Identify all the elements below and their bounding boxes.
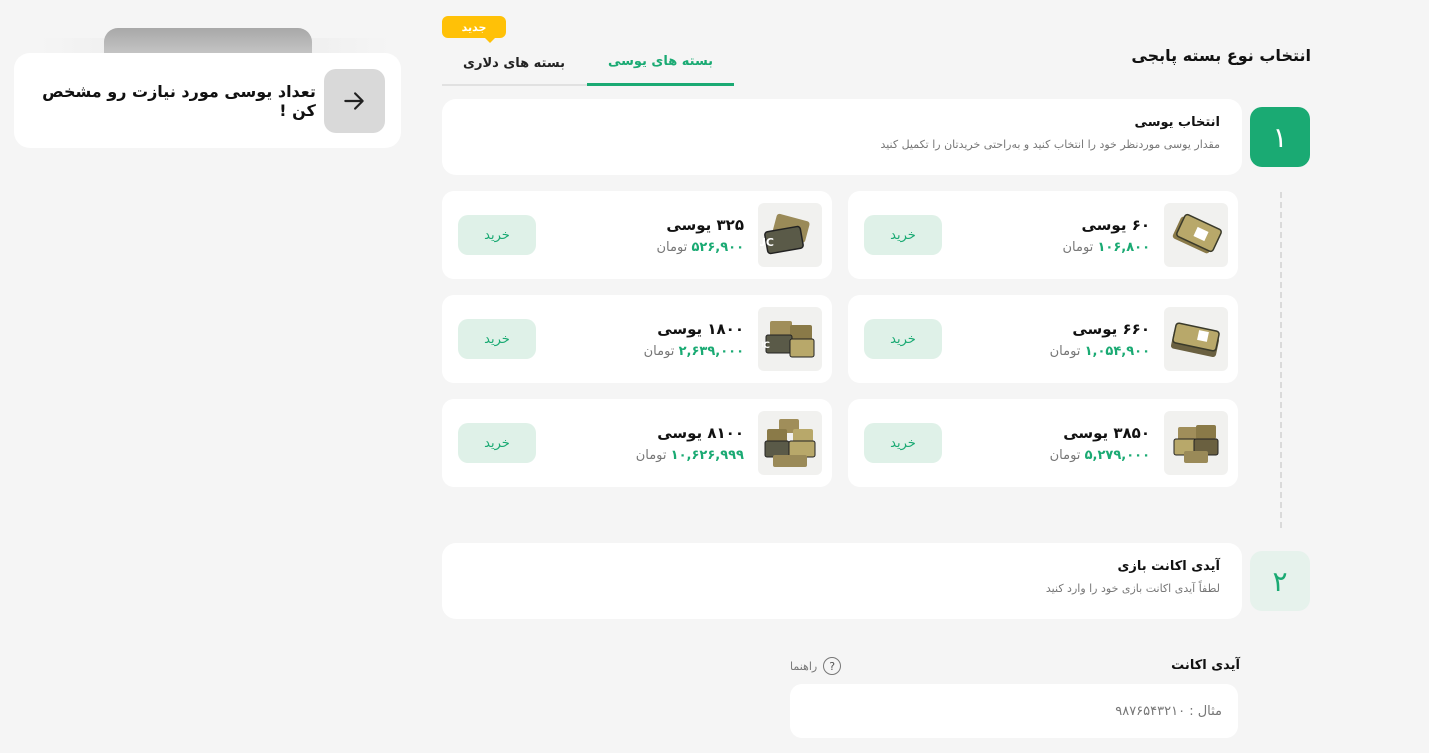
svg-text:UC: UC xyxy=(760,236,774,249)
package-amount: ۳۸۵۰ یوسی xyxy=(1063,423,1150,442)
package-price: ۲,۶۳۹,۰۰۰ xyxy=(678,343,744,359)
notice-text: تعداد یوسی مورد نیازت رو مشخص کن ! xyxy=(42,81,316,120)
package-card-1800: UC ۱۸۰۰ یوسی ۲,۶۳۹,۰۰۰ تومان خرید xyxy=(442,295,832,383)
help-label: راهنما xyxy=(790,659,818,673)
currency-label: تومان xyxy=(1049,343,1081,359)
currency-label: تومان xyxy=(635,447,667,463)
step-2-card: آیدی اکانت بازی لطفاً آیدی اکانت بازی خو… xyxy=(442,543,1242,619)
uc-pack-image xyxy=(1164,203,1228,267)
buy-button[interactable]: خرید xyxy=(458,215,536,255)
buy-button[interactable]: خرید xyxy=(458,319,536,359)
step-1-title: انتخاب یوسی xyxy=(1134,115,1220,130)
step-2-description: لطفاً آیدی اکانت بازی خود را وارد کنید xyxy=(1045,582,1220,595)
package-card-660: ۶۶۰ یوسی ۱,۰۵۴,۹۰۰ تومان خرید xyxy=(848,295,1238,383)
package-amount: ۱۸۰۰ یوسی xyxy=(657,319,744,338)
arrow-right-icon xyxy=(344,91,365,110)
step-2-title: آیدی اکانت بازی xyxy=(1117,559,1220,574)
tab-dollar-packages[interactable]: بسته های دلاری xyxy=(442,40,586,86)
buy-button[interactable]: خرید xyxy=(864,319,942,359)
account-id-label: آیدی اکانت xyxy=(1171,658,1240,673)
tab-uc-packages[interactable]: بسته های یوسی xyxy=(587,40,734,86)
step-1-card: انتخاب یوسی مقدار یوسی موردنظر خود را ان… xyxy=(442,99,1242,175)
uc-pack-image: UC xyxy=(758,307,822,371)
currency-label: تومان xyxy=(656,239,688,255)
package-amount: ۶۶۰ یوسی xyxy=(1072,319,1150,338)
package-amount: ۸۱۰۰ یوسی xyxy=(657,423,744,442)
package-amount: ۳۲۵ یوسی xyxy=(666,215,744,234)
step-2-number: ۲ xyxy=(1250,551,1310,611)
uc-pack-image: UC xyxy=(758,203,822,267)
svg-text:UC: UC xyxy=(762,341,770,351)
page-title: انتخاب نوع بسته پابجی xyxy=(1131,46,1311,65)
new-badge: جدید xyxy=(442,16,506,38)
step-1-description: مقدار یوسی موردنظر خود را انتخاب کنید و … xyxy=(880,138,1220,151)
currency-label: تومان xyxy=(1062,239,1094,255)
package-price: ۱,۰۵۴,۹۰۰ xyxy=(1084,343,1150,359)
package-price: ۱۰,۶۲۶,۹۹۹ xyxy=(670,447,744,463)
currency-label: تومان xyxy=(1049,447,1081,463)
uc-pack-image xyxy=(758,411,822,475)
new-badge-pointer xyxy=(484,37,496,43)
question-icon: ? xyxy=(823,657,842,675)
package-amount: ۶۰ یوسی xyxy=(1081,215,1151,234)
uc-notice-card: تعداد یوسی مورد نیازت رو مشخص کن ! xyxy=(14,53,401,148)
buy-button[interactable]: خرید xyxy=(458,423,536,463)
arrow-button[interactable] xyxy=(323,68,385,133)
account-id-input[interactable] xyxy=(790,684,1238,738)
help-link[interactable]: راهنما ? xyxy=(790,657,842,675)
buy-button[interactable]: خرید xyxy=(864,423,942,463)
buy-button[interactable]: خرید xyxy=(864,215,942,255)
package-card-3850: ۳۸۵۰ یوسی ۵,۲۷۹,۰۰۰ تومان خرید xyxy=(848,399,1238,487)
step-connector xyxy=(1280,192,1282,528)
package-price: ۵۲۶,۹۰۰ xyxy=(691,239,744,255)
package-card-60: ۶۰ یوسی ۱۰۶,۸۰۰ تومان خرید xyxy=(848,191,1238,279)
uc-pack-image xyxy=(1164,307,1228,371)
step-1-number: ۱ xyxy=(1250,107,1310,167)
package-price: ۱۰۶,۸۰۰ xyxy=(1097,239,1150,255)
uc-pack-image xyxy=(1164,411,1228,475)
currency-label: تومان xyxy=(643,343,675,359)
package-price: ۵,۲۷۹,۰۰۰ xyxy=(1084,447,1150,463)
package-card-325: UC ۳۲۵ یوسی ۵۲۶,۹۰۰ تومان خرید xyxy=(442,191,832,279)
package-card-8100: ۸۱۰۰ یوسی ۱۰,۶۲۶,۹۹۹ تومان خرید xyxy=(442,399,832,487)
